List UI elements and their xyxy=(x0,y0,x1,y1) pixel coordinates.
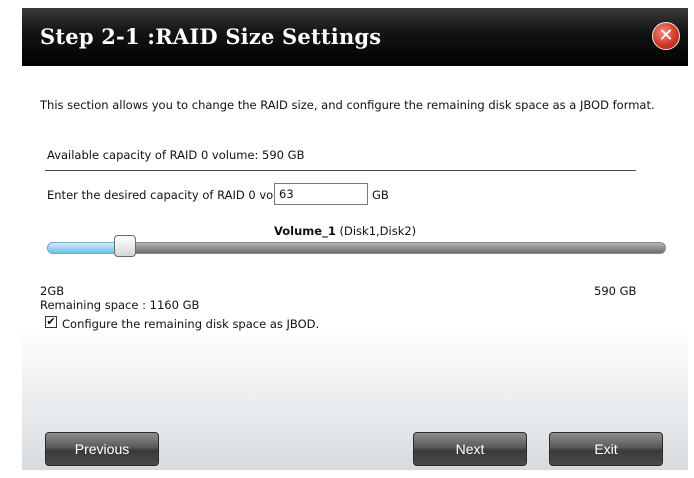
capacity-unit: GB xyxy=(372,188,389,202)
remaining-space-text: Remaining space : 1160 GB xyxy=(40,298,200,312)
exit-button[interactable]: Exit xyxy=(549,432,663,466)
previous-button[interactable]: Previous xyxy=(45,432,159,466)
available-capacity-text: Available capacity of RAID 0 volume: 590… xyxy=(47,148,305,162)
volume-disks: (Disk1,Disk2) xyxy=(339,224,417,238)
title-bar: Step 2-1 :RAID Size Settings xyxy=(22,8,688,66)
close-icon[interactable]: ✕ xyxy=(652,22,680,50)
capacity-label: Enter the desired capacity of RAID 0 vol… xyxy=(47,188,310,202)
jbod-checkbox-label[interactable]: Configure the remaining disk space as JB… xyxy=(62,317,319,331)
volume-name: Volume_1 xyxy=(274,224,336,238)
raid-size-dialog: Step 2-1 :RAID Size Settings ✕ This sect… xyxy=(22,8,688,470)
next-button[interactable]: Next xyxy=(413,432,527,466)
capacity-slider-thumb[interactable] xyxy=(113,235,136,257)
capacity-slider-track[interactable] xyxy=(47,242,666,254)
jbod-checkbox[interactable]: ✔ xyxy=(45,316,57,328)
slider-min-label: 2GB xyxy=(40,284,65,298)
volume-label: Volume_1 (Disk1,Disk2) xyxy=(274,224,416,238)
dialog-title: Step 2-1 :RAID Size Settings xyxy=(40,24,382,49)
intro-text: This section allows you to change the RA… xyxy=(40,98,655,112)
capacity-input[interactable] xyxy=(274,183,368,205)
checkmark-icon: ✔ xyxy=(46,315,56,328)
section-divider xyxy=(45,170,636,171)
slider-max-label: 590 GB xyxy=(594,284,637,298)
